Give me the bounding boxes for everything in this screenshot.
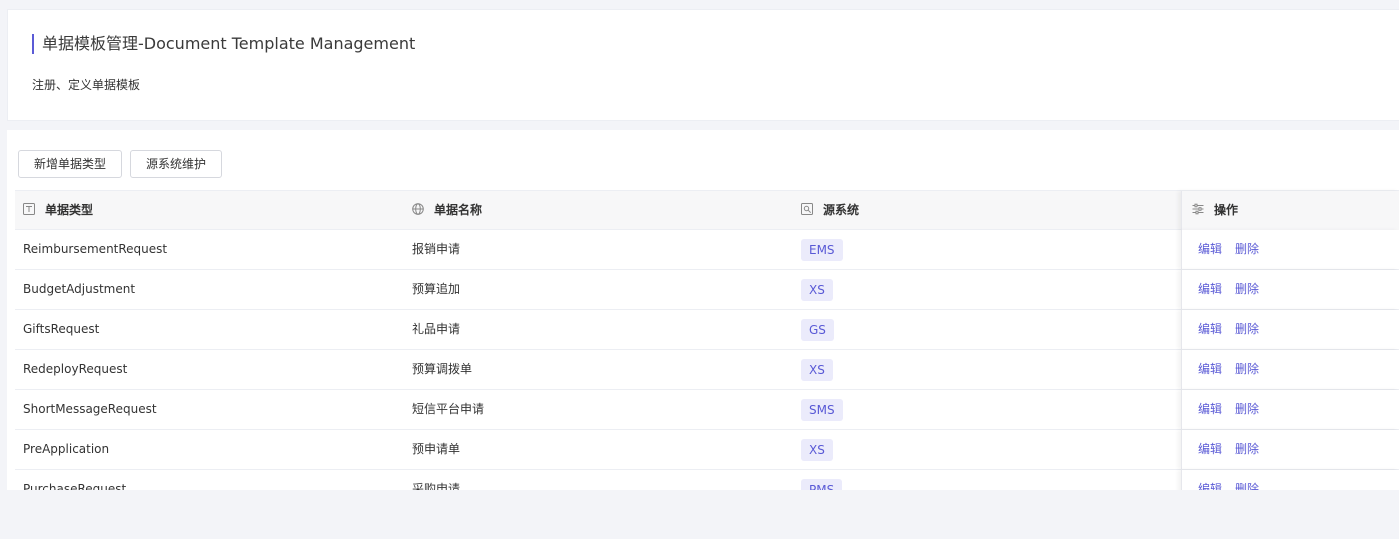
edit-link[interactable]: 编辑 xyxy=(1198,242,1222,256)
source-badge: EMS xyxy=(801,238,843,261)
cell-name: 报销申请 xyxy=(412,242,461,256)
edit-link[interactable]: 编辑 xyxy=(1198,482,1222,490)
edit-link[interactable]: 编辑 xyxy=(1198,442,1222,456)
page-header: 单据模板管理-Document Template Management 注册、定… xyxy=(7,9,1399,121)
document-template-table: 单据类型 单据名称 源系统 操作 ReimbursementRequest 报销… xyxy=(15,190,1399,490)
column-header-ops: 操作 xyxy=(1181,191,1399,230)
source-badge: XS xyxy=(801,438,833,461)
add-document-type-button[interactable]: 新增单据类型 xyxy=(18,150,122,178)
cell-ops: 编辑 删除 xyxy=(1181,350,1399,389)
page-title: 单据模板管理-Document Template Management xyxy=(32,34,415,54)
cell-name: 预申请单 xyxy=(412,442,461,456)
cell-type: BudgetAdjustment xyxy=(23,282,136,296)
page-background-footer xyxy=(0,490,1399,539)
cell-name: 预算调拨单 xyxy=(412,362,473,376)
source-icon xyxy=(801,203,813,215)
type-icon xyxy=(23,203,35,215)
cell-type: RedeployRequest xyxy=(23,362,128,376)
globe-icon xyxy=(412,203,424,215)
delete-link[interactable]: 删除 xyxy=(1235,482,1259,490)
cell-source: SMS xyxy=(801,390,1171,429)
cell-name: 预算追加 xyxy=(412,282,461,296)
column-header-source-label: 源系统 xyxy=(823,203,860,217)
table-header-row: 单据类型 单据名称 源系统 操作 xyxy=(15,190,1399,230)
cell-source: XS xyxy=(801,430,1171,469)
cell-source: XS xyxy=(801,350,1171,389)
cell-type: PreApplication xyxy=(23,442,110,456)
cell-name: 采购申请 xyxy=(412,482,461,490)
cell-ops: 编辑 删除 xyxy=(1181,270,1399,309)
cell-source: GS xyxy=(801,310,1171,349)
cell-ops: 编辑 删除 xyxy=(1181,470,1399,490)
column-header-type-label: 单据类型 xyxy=(45,203,94,217)
column-header-type[interactable]: 单据类型 xyxy=(23,191,403,230)
cell-source: XS xyxy=(801,270,1171,309)
delete-link[interactable]: 删除 xyxy=(1235,282,1259,296)
cell-name: 礼品申请 xyxy=(412,322,461,336)
column-header-name-label: 单据名称 xyxy=(434,203,483,217)
table-row: GiftsRequest 礼品申请 GS 编辑 删除 xyxy=(15,310,1399,350)
source-badge: PMS xyxy=(801,478,843,490)
edit-link[interactable]: 编辑 xyxy=(1198,362,1222,376)
source-badge: XS xyxy=(801,358,833,381)
table-row: ShortMessageRequest 短信平台申请 SMS 编辑 删除 xyxy=(15,390,1399,430)
table-row: ReimbursementRequest 报销申请 EMS 编辑 删除 xyxy=(15,230,1399,270)
cell-type: GiftsRequest xyxy=(23,322,100,336)
cell-ops: 编辑 删除 xyxy=(1181,390,1399,429)
template-list-panel: 新增单据类型 源系统维护 单据类型 单据名称 源系统 操作 Reimbursem… xyxy=(7,130,1399,490)
page-description: 注册、定义单据模板 xyxy=(32,78,141,92)
cell-type: ReimbursementRequest xyxy=(23,242,168,256)
source-badge: XS xyxy=(801,278,833,301)
table-row: PurchaseRequest 采购申请 PMS 编辑 删除 xyxy=(15,470,1399,490)
delete-link[interactable]: 删除 xyxy=(1235,442,1259,456)
cell-type: ShortMessageRequest xyxy=(23,402,157,416)
delete-link[interactable]: 删除 xyxy=(1235,402,1259,416)
cell-ops: 编辑 删除 xyxy=(1181,310,1399,349)
source-badge: GS xyxy=(801,318,834,341)
delete-link[interactable]: 删除 xyxy=(1235,362,1259,376)
edit-link[interactable]: 编辑 xyxy=(1198,322,1222,336)
table-row: RedeployRequest 预算调拨单 XS 编辑 删除 xyxy=(15,350,1399,390)
delete-link[interactable]: 删除 xyxy=(1235,322,1259,336)
table-row: BudgetAdjustment 预算追加 XS 编辑 删除 xyxy=(15,270,1399,310)
cell-ops: 编辑 删除 xyxy=(1181,230,1399,269)
sliders-icon xyxy=(1192,203,1204,215)
cell-ops: 编辑 删除 xyxy=(1181,430,1399,469)
source-system-maintenance-button[interactable]: 源系统维护 xyxy=(130,150,222,178)
column-header-source[interactable]: 源系统 xyxy=(801,191,1171,230)
column-header-name[interactable]: 单据名称 xyxy=(412,191,792,230)
edit-link[interactable]: 编辑 xyxy=(1198,402,1222,416)
column-header-ops-label: 操作 xyxy=(1214,203,1239,217)
cell-source: EMS xyxy=(801,230,1171,269)
source-badge: SMS xyxy=(801,398,843,421)
edit-link[interactable]: 编辑 xyxy=(1198,282,1222,296)
cell-type: PurchaseRequest xyxy=(23,482,127,490)
table-row: PreApplication 预申请单 XS 编辑 删除 xyxy=(15,430,1399,470)
delete-link[interactable]: 删除 xyxy=(1235,242,1259,256)
cell-source: PMS xyxy=(801,470,1171,490)
cell-name: 短信平台申请 xyxy=(412,402,485,416)
